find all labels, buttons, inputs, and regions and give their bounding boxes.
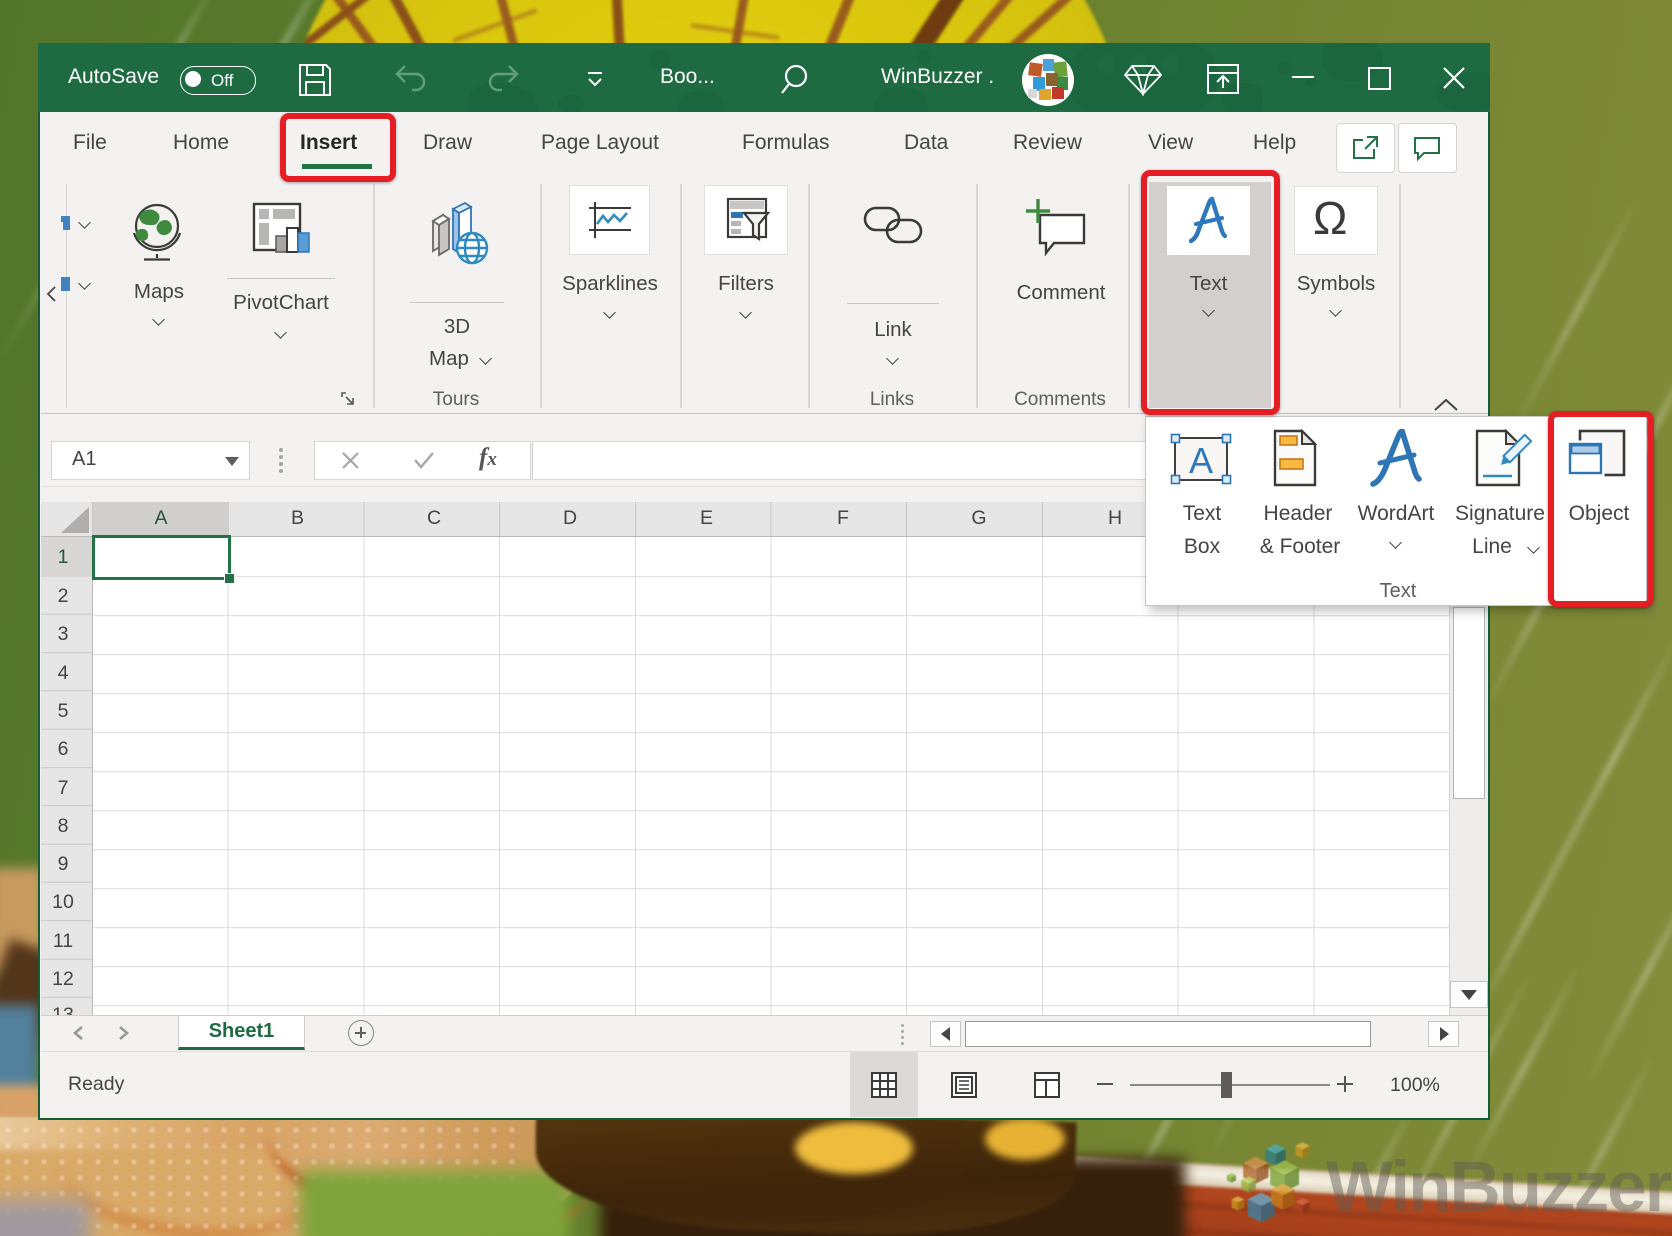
svg-text:A: A bbox=[1189, 440, 1213, 481]
